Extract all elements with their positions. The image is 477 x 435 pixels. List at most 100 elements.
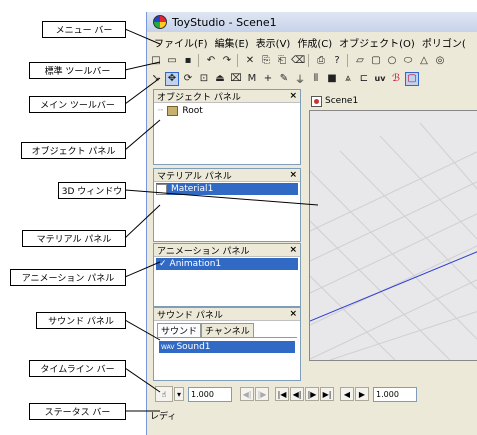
callout-menu-bar: メニュー バー: [42, 21, 126, 38]
toolbar-separator: [237, 54, 238, 67]
object-panel-header: オブジェクト パネル ×: [154, 90, 300, 103]
list-item-sound[interactable]: WAV Sound1: [159, 341, 295, 353]
menu-file[interactable]: ファイル(F): [154, 35, 208, 50]
block-icon[interactable]: ■: [325, 72, 339, 86]
box-icon[interactable]: ▢: [369, 54, 383, 68]
prev-frame-icon[interactable]: ◀|: [290, 387, 304, 401]
menu-view[interactable]: 表示(V): [256, 35, 291, 50]
move-icon[interactable]: ✥: [165, 71, 179, 86]
timeline-bar: ☝ ▾ 1.000 ◀| |▶ |◀ ◀| |▶ ▶| ◀ ▶ 1.000: [147, 384, 477, 404]
status-bar: レディ: [147, 408, 477, 422]
view-3d[interactable]: [309, 110, 477, 361]
copy-icon[interactable]: ⎘: [259, 54, 273, 68]
open-icon[interactable]: ▭: [165, 54, 179, 68]
play-reverse-icon[interactable]: ◀: [340, 387, 354, 401]
tab-channel[interactable]: チャンネル: [201, 323, 254, 337]
knife-icon[interactable]: M: [245, 72, 259, 86]
cross-icon[interactable]: +: [261, 72, 275, 86]
callout-material-panel: マテリアル パネル: [22, 230, 126, 247]
first-frame-icon[interactable]: |◀: [275, 387, 289, 401]
save-icon[interactable]: ▪: [181, 54, 195, 68]
toolbar-separator: [198, 54, 199, 67]
material-panel: マテリアル パネル × Material1: [153, 168, 301, 242]
window-title: ToyStudio - Scene1: [172, 15, 277, 29]
close-icon[interactable]: ×: [289, 91, 297, 101]
close-icon[interactable]: ×: [289, 309, 297, 319]
close-icon[interactable]: ×: [289, 245, 297, 255]
callout-main-toolbar: メイン ツールバー: [29, 96, 126, 113]
material-panel-header: マテリアル パネル ×: [154, 169, 300, 182]
sound-tabs: サウンド チャンネル: [157, 323, 300, 337]
bone-icon[interactable]: ℬ: [389, 72, 403, 86]
new-icon[interactable]: □: [149, 54, 163, 68]
object-panel-title: オブジェクト パネル: [157, 92, 241, 103]
frame-icon[interactable]: ▢: [405, 71, 419, 86]
animation-label: Animation1: [169, 259, 222, 269]
undo-icon[interactable]: ↶: [204, 54, 218, 68]
callout-sound-panel: サウンド パネル: [36, 312, 126, 329]
callout-status-bar: ステータス バー: [29, 403, 126, 420]
hinge-icon[interactable]: ⊏: [357, 72, 371, 86]
bevel-icon[interactable]: ⌧: [229, 72, 243, 86]
select-icon[interactable]: ➘: [149, 72, 163, 86]
callout-animation-panel: アニメーション パネル: [10, 269, 126, 286]
delete-icon[interactable]: ⌫: [291, 54, 305, 68]
plane-icon[interactable]: ▱: [353, 54, 367, 68]
menu-create[interactable]: 作成(C): [297, 35, 332, 50]
menu-object[interactable]: オブジェクト(O): [339, 35, 415, 50]
tab-sound[interactable]: サウンド: [157, 323, 202, 337]
play-icon[interactable]: ▶: [355, 387, 369, 401]
chevron-down-icon[interactable]: ▾: [174, 387, 184, 401]
callout-3d-window: 3D ウィンドウ: [58, 182, 126, 199]
folder-icon: [167, 106, 179, 116]
help-icon[interactable]: ?: [330, 54, 344, 68]
speed-field[interactable]: 1.000: [373, 386, 417, 402]
snap-icon[interactable]: ⏚: [293, 72, 307, 86]
cut-icon[interactable]: ✕: [243, 54, 257, 68]
print-icon[interactable]: ⎙: [314, 54, 328, 68]
menu-bar: ファイル(F) 編集(E) 表示(V) 作成(C) オブジェクト(O) ポリゴン…: [147, 34, 477, 50]
material-panel-title: マテリアル パネル: [157, 171, 232, 182]
time-field[interactable]: 1.000: [188, 386, 232, 402]
next-frame-icon[interactable]: |▶: [305, 387, 319, 401]
view-3d-tab[interactable]: Scene1: [311, 94, 358, 108]
tower-icon[interactable]: ⩓: [341, 72, 355, 86]
sound-panel-header: サウンド パネル ×: [154, 308, 300, 321]
menu-polygon[interactable]: ポリゴン(: [422, 35, 466, 50]
sphere-icon[interactable]: ○: [385, 54, 399, 68]
rotate-icon[interactable]: ⟳: [181, 72, 195, 86]
next-key-icon[interactable]: |▶: [255, 387, 269, 401]
redo-icon[interactable]: ↷: [220, 54, 234, 68]
list-item-material[interactable]: Material1: [156, 183, 298, 195]
callout-timeline-bar: タイムライン バー: [29, 360, 126, 377]
paste-icon[interactable]: ⎗: [275, 54, 289, 68]
view-3d-frame: Scene1: [305, 94, 477, 361]
hand-icon[interactable]: ☝: [155, 386, 173, 402]
paint-icon[interactable]: ✎: [277, 72, 291, 86]
cone-icon[interactable]: △: [417, 54, 431, 68]
scale-icon[interactable]: ⊡: [197, 72, 211, 86]
torus-icon[interactable]: ◎: [433, 54, 447, 68]
last-frame-icon[interactable]: ▶|: [320, 387, 334, 401]
bar-icon[interactable]: ⦀: [309, 72, 323, 86]
animation-panel-title: アニメーション パネル: [157, 246, 250, 257]
animation-panel-header: アニメーション パネル ×: [154, 244, 300, 257]
uv-icon[interactable]: uv: [373, 72, 387, 86]
wav-icon: WAV: [161, 343, 175, 351]
tree-item-root[interactable]: ┈ Root: [158, 106, 300, 116]
material-swatch: [156, 183, 167, 195]
status-text: レディ: [150, 411, 177, 422]
extrude-icon[interactable]: ⏏: [213, 72, 227, 86]
prev-key-icon[interactable]: ◀|: [240, 387, 254, 401]
app-logo-icon: [153, 15, 167, 29]
cylinder-icon[interactable]: ⬭: [401, 54, 415, 68]
app-window: ToyStudio - Scene1 ファイル(F) 編集(E) 表示(V) 作…: [146, 12, 477, 435]
close-icon[interactable]: ×: [289, 170, 297, 180]
callout-object-panel: オブジェクト パネル: [21, 142, 126, 159]
main-toolbar: ➘ ✥ ⟳ ⊡ ⏏ ⌧ M + ✎ ⏚ ⦀ ■ ⩓ ⊏ uv ℬ ▢: [147, 70, 477, 87]
title-bar: ToyStudio - Scene1: [147, 12, 477, 32]
list-item-animation[interactable]: ✓ Animation1: [156, 258, 298, 270]
standard-toolbar: □ ▭ ▪ ↶ ↷ ✕ ⎘ ⎗ ⌫ ⎙ ? ▱ ▢ ○ ⬭ △ ◎: [147, 52, 477, 69]
toolbar-separator: [308, 54, 309, 67]
menu-edit[interactable]: 編集(E): [215, 35, 249, 50]
